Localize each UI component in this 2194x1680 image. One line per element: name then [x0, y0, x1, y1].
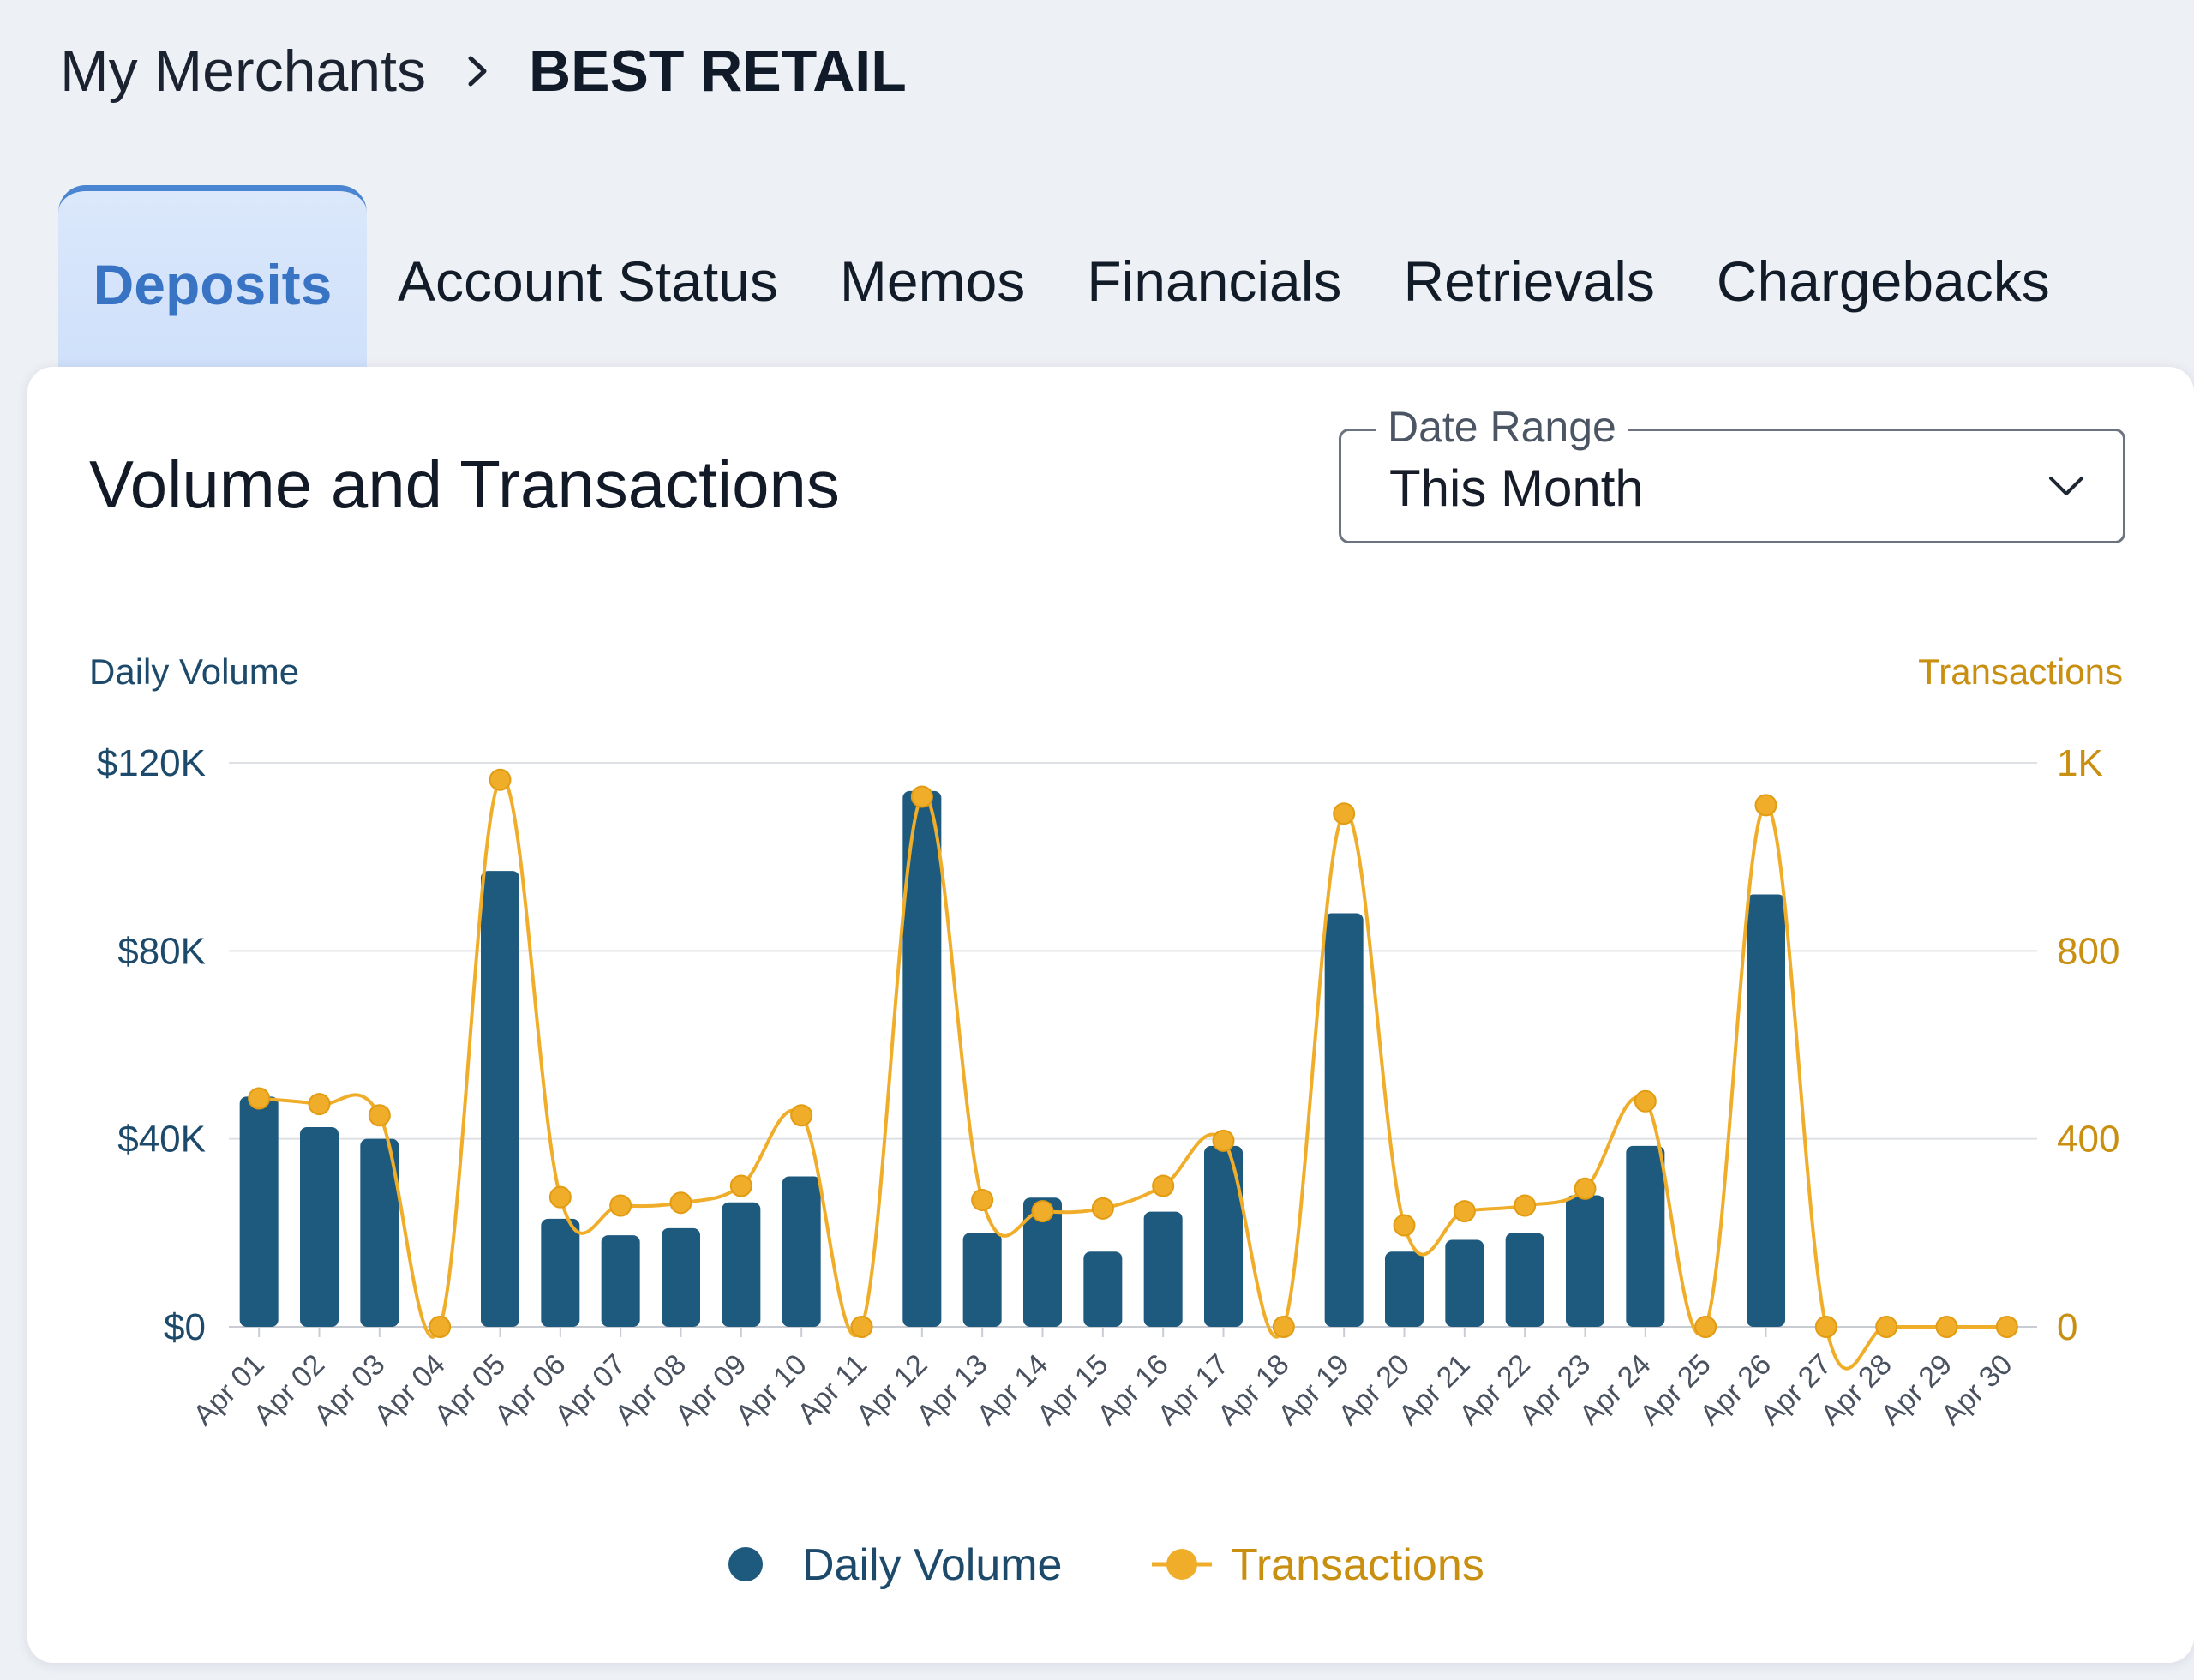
- transactions-point: [729, 1174, 752, 1197]
- transactions-point: [1393, 1214, 1416, 1237]
- breadcrumb: My Merchants BEST RETAIL: [60, 33, 907, 110]
- transactions-point: [1333, 802, 1356, 825]
- volume-bar: [601, 1235, 640, 1327]
- breadcrumb-current-merchant: BEST RETAIL: [529, 39, 907, 104]
- transactions-point: [910, 785, 933, 808]
- transactions-point: [1514, 1194, 1537, 1217]
- transactions-point: [971, 1188, 994, 1211]
- volume-transactions-card: Volume and Transactions Date Range This …: [27, 367, 2194, 1663]
- transactions-point: [1574, 1177, 1597, 1200]
- chevron-right-icon: [468, 56, 487, 87]
- transactions-point: [609, 1194, 632, 1217]
- transactions-point: [1694, 1316, 1717, 1338]
- transactions-point: [1875, 1316, 1898, 1338]
- volume-bar: [1143, 1211, 1183, 1327]
- transactions-point: [548, 1185, 572, 1209]
- y-right-tick-label: 400: [2057, 1119, 2119, 1161]
- volume-bar: [1626, 1145, 1665, 1327]
- volume-bar: [962, 1233, 1002, 1327]
- volume-bar: [782, 1176, 821, 1327]
- transactions-point: [1453, 1200, 1476, 1223]
- transactions-point: [1031, 1200, 1054, 1223]
- tab-account-status[interactable]: Account Status: [367, 185, 809, 369]
- transactions-point: [1754, 794, 1777, 817]
- transactions-point: [248, 1087, 271, 1110]
- transactions-point: [1935, 1316, 1958, 1338]
- tab-deposits[interactable]: Deposits: [58, 185, 367, 369]
- transactions-point: [850, 1316, 873, 1338]
- transactions-point: [1814, 1316, 1837, 1338]
- volume-bar: [661, 1227, 701, 1327]
- volume-transactions-chart: Daily Volume Transactions $0 0 $40K 400 $80K 80…: [89, 651, 2123, 1590]
- legend-transactions-marker: [1166, 1549, 1197, 1580]
- y-right-axis-title: Transactions: [1918, 651, 2123, 692]
- breadcrumb-my-merchants[interactable]: My Merchants: [60, 38, 426, 105]
- transactions-point: [669, 1191, 692, 1215]
- transactions-point: [1091, 1197, 1114, 1220]
- transactions-point: [790, 1104, 813, 1127]
- transactions-point: [308, 1093, 331, 1116]
- volume-bar: [480, 871, 520, 1327]
- transactions-point: [1152, 1174, 1175, 1197]
- legend-volume-marker: [728, 1547, 763, 1581]
- volume-bar: [1746, 894, 1786, 1327]
- legend-volume-label: Daily Volume: [802, 1540, 1062, 1590]
- tab-chargebacks[interactable]: Chargebacks: [1686, 185, 2081, 369]
- volume-bar: [722, 1202, 761, 1327]
- y-left-tick-label: $0: [164, 1306, 206, 1348]
- y-right-tick-label: 1K: [2057, 742, 2103, 784]
- volume-bar: [1324, 913, 1364, 1327]
- transactions-line: [258, 777, 2007, 1371]
- y-left-axis-title: Daily Volume: [89, 651, 299, 692]
- tab-financials[interactable]: Financials: [1056, 185, 1372, 369]
- volume-bar: [299, 1126, 339, 1327]
- transactions-point: [1212, 1129, 1235, 1152]
- tab-bar: Deposits Account Status Memos Financials…: [58, 185, 2081, 369]
- volume-bar: [1445, 1239, 1484, 1327]
- volume-bar: [1565, 1195, 1605, 1327]
- transactions-point: [1995, 1316, 2018, 1338]
- tab-retrievals[interactable]: Retrievals: [1372, 185, 1685, 369]
- volume-bar: [1083, 1251, 1123, 1327]
- volume-bar: [239, 1096, 279, 1327]
- transactions-point: [489, 768, 512, 791]
- transactions-point: [1634, 1089, 1657, 1113]
- volume-bar: [541, 1218, 580, 1327]
- y-right-tick-label: 800: [2057, 930, 2119, 972]
- transactions-point: [1272, 1316, 1295, 1338]
- y-right-tick-label: 0: [2057, 1306, 2077, 1348]
- transactions-point: [429, 1316, 452, 1338]
- y-left-tick-label: $40K: [117, 1119, 206, 1161]
- tab-memos[interactable]: Memos: [809, 185, 1056, 369]
- y-left-tick-label: $80K: [117, 930, 206, 972]
- transactions-point: [368, 1104, 391, 1127]
- y-left-tick-label: $120K: [97, 742, 206, 784]
- legend-transactions-label: Transactions: [1231, 1540, 1484, 1590]
- volume-bar: [1384, 1251, 1424, 1327]
- volume-bar: [1505, 1233, 1544, 1327]
